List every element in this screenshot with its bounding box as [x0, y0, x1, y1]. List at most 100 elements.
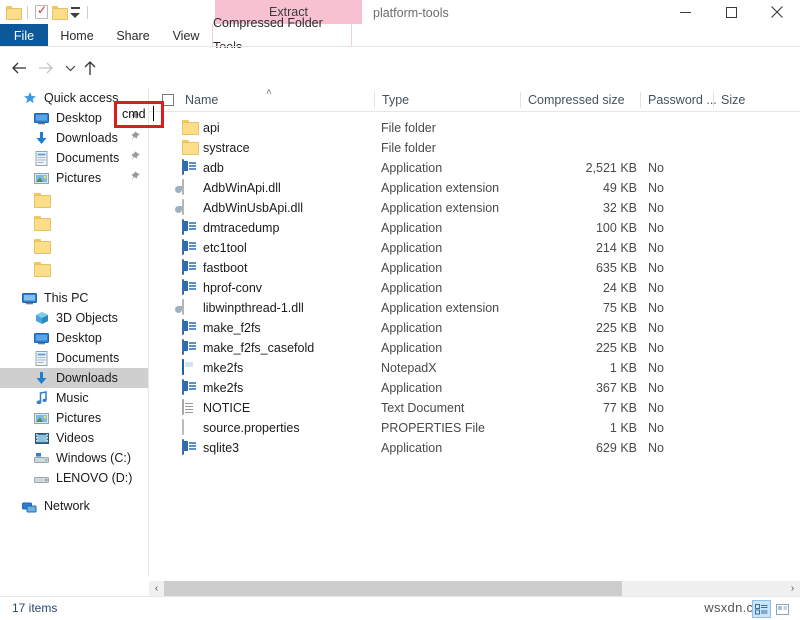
- file-type: Application: [381, 220, 442, 237]
- table-row[interactable]: source.propertiesPROPERTIES File1 KBNo: [149, 418, 800, 438]
- pictures-icon: [33, 170, 50, 186]
- properties-icon[interactable]: [35, 5, 48, 19]
- table-row[interactable]: make_f2fs_casefoldApplication225 KBNo: [149, 338, 800, 358]
- table-row[interactable]: apiFile folder: [149, 118, 800, 138]
- sidebar-group-this-pc[interactable]: This PC: [0, 288, 148, 308]
- pin-icon[interactable]: [129, 151, 140, 165]
- column-header-name[interactable]: Name: [185, 88, 218, 112]
- divider: [87, 6, 88, 19]
- scroll-left-arrow-icon[interactable]: ‹: [149, 581, 164, 596]
- table-row[interactable]: mke2fsApplication367 KBNo: [149, 378, 800, 398]
- file-password: No: [648, 300, 664, 317]
- minimize-button[interactable]: [662, 0, 708, 24]
- column-header-compressed-size[interactable]: Compressed size: [528, 88, 625, 112]
- sidebar-item-label: Music: [56, 391, 89, 405]
- downloads-icon: [33, 370, 50, 386]
- sidebar-item-windows-c[interactable]: Windows (C:): [0, 448, 148, 468]
- table-row[interactable]: hprof-convApplication24 KBNo: [149, 278, 800, 298]
- sidebar-item-music[interactable]: Music: [0, 388, 148, 408]
- sidebar-group-label: Quick access: [44, 91, 118, 105]
- customize-caret-icon[interactable]: [70, 7, 80, 18]
- table-row[interactable]: mke2fsNotepadX1 KBNo: [149, 358, 800, 378]
- sidebar-item-folder-2[interactable]: [0, 211, 148, 234]
- table-row[interactable]: etc1toolApplication214 KBNo: [149, 238, 800, 258]
- horizontal-scrollbar[interactable]: ‹ ›: [149, 581, 800, 596]
- navigation-pane[interactable]: Quick access Desktop Downloads Doc: [0, 88, 148, 576]
- pin-icon[interactable]: [129, 131, 140, 145]
- file-password: No: [648, 280, 664, 297]
- sort-ascending-icon: ˄: [266, 88, 272, 98]
- file-name: make_f2fs: [203, 320, 261, 337]
- details-view-button[interactable]: [752, 600, 771, 618]
- title-bar: platform-tools: [0, 0, 800, 24]
- sidebar-item-folder-4[interactable]: [0, 257, 148, 280]
- column-header-size[interactable]: Size: [721, 88, 745, 112]
- file-type: Text Document: [381, 400, 464, 417]
- sidebar-item-downloads[interactable]: Downloads: [0, 128, 148, 148]
- file-compressed-size: 635 KB: [529, 260, 637, 277]
- file-list-pane[interactable]: ˄ Name Type Compressed size Password ...…: [149, 88, 800, 576]
- sidebar-item-documents-pc[interactable]: Documents: [0, 348, 148, 368]
- sidebar-item-pictures[interactable]: Pictures: [0, 168, 148, 188]
- file-compressed-size: 225 KB: [529, 320, 637, 337]
- file-name: mke2fs: [203, 360, 243, 377]
- tab-view[interactable]: View: [160, 24, 212, 47]
- drive-icon: [33, 470, 50, 486]
- table-row[interactable]: AdbWinUsbApi.dllApplication extension32 …: [149, 198, 800, 218]
- tab-home[interactable]: Home: [48, 24, 106, 47]
- tab-file[interactable]: File: [0, 24, 48, 47]
- file-type: Application: [381, 240, 442, 257]
- maximize-button[interactable]: [708, 0, 754, 24]
- large-icons-view-button[interactable]: [773, 600, 792, 618]
- file-compressed-size: 367 KB: [529, 380, 637, 397]
- chevron-down-icon[interactable]: [60, 58, 80, 78]
- tab-share[interactable]: Share: [106, 24, 160, 47]
- sidebar-item-lenovo-d[interactable]: LENOVO (D:): [0, 468, 148, 488]
- table-row[interactable]: dmtracedumpApplication100 KBNo: [149, 218, 800, 238]
- table-row[interactable]: sqlite3Application629 KBNo1,: [149, 438, 800, 458]
- file-name: libwinpthread-1.dll: [203, 300, 304, 317]
- sidebar-group-label: Network: [44, 499, 90, 513]
- column-header-row: ˄ Name Type Compressed size Password ...…: [149, 88, 800, 112]
- ribbon-divider: [0, 46, 800, 47]
- sidebar-item-folder-3[interactable]: [0, 234, 148, 257]
- sidebar-item-desktop-pc[interactable]: Desktop: [0, 328, 148, 348]
- file-size: 5,: [720, 160, 800, 177]
- videos-icon: [33, 430, 50, 446]
- file-password: No: [648, 420, 664, 437]
- application-icon: [182, 220, 198, 236]
- sidebar-item-label: Desktop: [56, 331, 102, 345]
- scroll-right-arrow-icon[interactable]: ›: [785, 581, 800, 596]
- table-row[interactable]: make_f2fsApplication225 KBNo: [149, 318, 800, 338]
- table-row[interactable]: libwinpthread-1.dllApplication extension…: [149, 298, 800, 318]
- item-count-label: 17 items: [12, 601, 57, 615]
- arrow-left-icon[interactable]: [9, 58, 29, 78]
- table-row[interactable]: fastbootApplication635 KBNo1,: [149, 258, 800, 278]
- sidebar-item-pictures-pc[interactable]: Pictures: [0, 408, 148, 428]
- column-header-type[interactable]: Type: [382, 88, 409, 112]
- table-row[interactable]: NOTICEText Document77 KBNo: [149, 398, 800, 418]
- 3d-objects-icon: [33, 310, 50, 326]
- folder-icon[interactable]: [52, 6, 66, 18]
- sidebar-group-label: This PC: [44, 291, 88, 305]
- sidebar-item-3d-objects[interactable]: 3D Objects: [0, 308, 148, 328]
- scrollbar-thumb[interactable]: [164, 581, 622, 596]
- folder-icon: [33, 215, 50, 231]
- table-row[interactable]: systraceFile folder: [149, 138, 800, 158]
- arrow-up-icon[interactable]: [80, 58, 100, 78]
- sidebar-item-documents[interactable]: Documents: [0, 148, 148, 168]
- sidebar-group-network[interactable]: Network: [0, 496, 148, 516]
- table-row[interactable]: AdbWinApi.dllApplication extension49 KBN…: [149, 178, 800, 198]
- dll-icon: [182, 180, 198, 196]
- folder-icon[interactable]: [6, 6, 20, 18]
- pin-icon[interactable]: [129, 171, 140, 185]
- sidebar-item-downloads-pc[interactable]: Downloads: [0, 368, 148, 388]
- table-row[interactable]: adbApplication2,521 KBNo5,: [149, 158, 800, 178]
- application-icon: [182, 160, 198, 176]
- file-password: No: [648, 400, 664, 417]
- column-header-password[interactable]: Password ...: [648, 88, 717, 112]
- tab-compressed-folder-tools[interactable]: Compressed Folder Tools: [212, 24, 352, 47]
- sidebar-item-folder-1[interactable]: [0, 188, 148, 211]
- sidebar-item-videos[interactable]: Videos: [0, 428, 148, 448]
- close-button[interactable]: [754, 0, 800, 24]
